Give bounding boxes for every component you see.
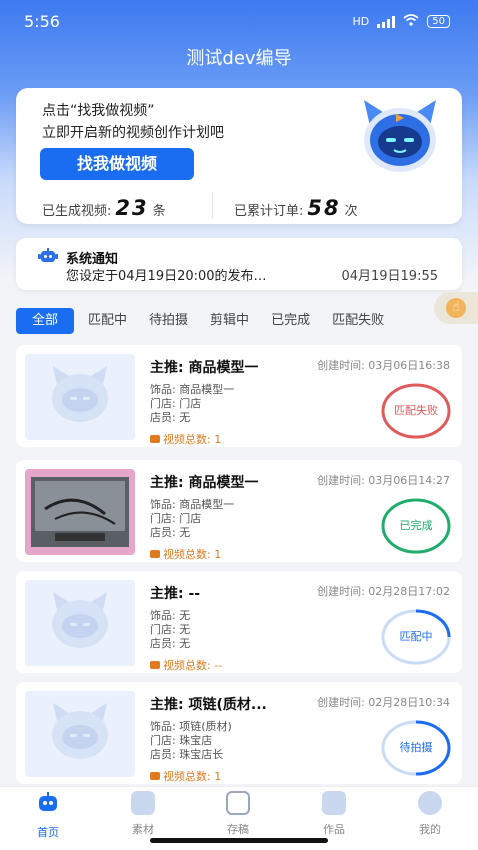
- card-staff: 店员: 无: [150, 411, 191, 424]
- system-notice[interactable]: 系统通知 您设定于04月19日20:00的发布… 04月19日19:55: [16, 238, 462, 290]
- tab-editing[interactable]: 剪辑中: [210, 308, 271, 334]
- placeholder-thumbnail: [25, 691, 135, 777]
- task-card[interactable]: 主推: 商品模型一 创建时间: 03月06日16:38 饰品: 商品模型一 门店: 门…: [16, 345, 462, 447]
- placeholder-thumbnail: [25, 354, 135, 440]
- card-video-count-text: 视频总数: 1: [163, 548, 222, 561]
- card-staff: 店员: 无: [150, 637, 191, 650]
- card-title: 主推: --: [150, 586, 201, 602]
- tab-all[interactable]: 全部: [16, 308, 75, 334]
- robot-icon: [38, 248, 58, 262]
- home-indicator: [150, 838, 328, 843]
- orders-unit: 次: [344, 204, 358, 219]
- notice-time: 04月19日19:55: [341, 269, 438, 284]
- hero-line-2: 立即开启新的视频创作计划吧: [42, 125, 224, 141]
- nav-material-label: 素材: [132, 823, 154, 836]
- generated-videos-stat: 已生成视频: 23 条: [42, 196, 166, 220]
- status-label: 匹配失败: [394, 404, 438, 417]
- status-label: 待拍摄: [399, 741, 433, 754]
- card-title: 主推: 商品模型一: [150, 360, 259, 376]
- network-label: HD: [352, 15, 370, 28]
- tab-to-shoot[interactable]: 待拍摄: [149, 308, 210, 334]
- tab-completed[interactable]: 已完成: [271, 308, 332, 334]
- orders-label: 已累计订单:: [234, 204, 304, 219]
- video-icon: [150, 435, 160, 443]
- card-created-time: 创建时间: 03月06日14:27: [317, 474, 450, 487]
- card-title: 主推: 项链(质材...: [150, 697, 267, 713]
- nav-drafts[interactable]: 存稿: [208, 791, 268, 837]
- card-staff: 店员: 无: [150, 526, 191, 539]
- nav-material[interactable]: 素材: [113, 791, 173, 837]
- orders-stat: 已累计订单: 58 次: [234, 196, 358, 220]
- placeholder-thumbnail: [25, 580, 135, 666]
- task-card[interactable]: 主推: 项链(质材... 创建时间: 02月28日10:34 饰品: 项链(质材) 门…: [16, 682, 462, 784]
- wifi-icon: [403, 14, 419, 29]
- profile-icon: [418, 791, 442, 815]
- card-staff: 店员: 珠宝店长: [150, 748, 224, 761]
- card-video-count: 视频总数: 1: [150, 431, 221, 447]
- orders-value: 58: [307, 196, 341, 220]
- stat-divider: [212, 192, 213, 218]
- status-label: 匹配中: [399, 630, 433, 643]
- card-created-time: 创建时间: 02月28日17:02: [317, 585, 450, 598]
- card-created-time: 创建时间: 02月28日10:34: [317, 696, 450, 709]
- video-icon: [150, 772, 160, 780]
- card-video-count-text: 视频总数: 1: [163, 433, 222, 446]
- home-robot-icon: [39, 792, 57, 811]
- generated-unit: 条: [152, 204, 166, 219]
- generated-value: 23: [115, 196, 149, 220]
- tab-matching[interactable]: 匹配中: [88, 308, 149, 334]
- video-icon: [150, 661, 160, 669]
- video-icon: [150, 550, 160, 558]
- nav-home-label: 首页: [37, 826, 59, 839]
- nav-profile-label: 我的: [419, 823, 441, 836]
- task-card[interactable]: 主推: 商品模型一 创建时间: 03月06日14:27 饰品: 商品模型一 门店: 门…: [16, 460, 462, 562]
- works-icon: [322, 791, 346, 815]
- nav-works-label: 作品: [323, 823, 345, 836]
- nav-profile[interactable]: 我的: [400, 791, 460, 837]
- card-video-count: 视频总数: 1: [150, 546, 221, 562]
- nav-drafts-label: 存稿: [227, 823, 249, 836]
- card-video-count-text: 视频总数: 1: [163, 770, 222, 783]
- card-created-time: 创建时间: 03月06日16:38: [317, 359, 450, 372]
- status-tabs: 全部 匹配中 待拍摄 剪辑中 已完成 匹配失败: [16, 308, 398, 334]
- page-title: 测试dev编导: [186, 48, 292, 69]
- material-icon: [131, 791, 155, 815]
- status-bar: 5:56 HD 50: [0, 0, 478, 44]
- card-video-count: 视频总数: --: [150, 657, 222, 673]
- generated-label: 已生成视频:: [42, 204, 112, 219]
- video-thumbnail: [25, 469, 135, 555]
- floating-assistant-button[interactable]: ☝: [434, 292, 478, 324]
- task-card[interactable]: 主推: -- 创建时间: 02月28日17:02 饰品: 无门店: 无店员: 无视频…: [16, 571, 462, 673]
- notice-text: 您设定于04月19日20:00的发布…: [66, 269, 267, 284]
- drafts-icon: [226, 791, 250, 815]
- card-video-count-text: 视频总数: --: [163, 659, 223, 672]
- card-title: 主推: 商品模型一: [150, 475, 259, 491]
- robot-cat-mascot-icon: [364, 100, 436, 172]
- hero-line-1: 点击“找我做视频”: [42, 103, 155, 119]
- status-time: 5:56: [24, 12, 60, 31]
- tab-match-failed[interactable]: 匹配失败: [332, 308, 398, 334]
- status-icons: HD 50: [353, 14, 450, 29]
- signal-icon: [377, 15, 396, 28]
- card-video-count: 视频总数: 1: [150, 768, 221, 784]
- find-me-video-button[interactable]: 找我做视频: [40, 148, 194, 180]
- assistant-icon: ☝: [446, 298, 466, 318]
- status-label: 已完成: [399, 519, 433, 532]
- nav-works[interactable]: 作品: [304, 791, 364, 837]
- nav-home[interactable]: 首页: [18, 791, 78, 840]
- hero-card: 点击“找我做视频” 立即开启新的视频创作计划吧 找我做视频 已生成视频: 23 …: [16, 88, 462, 224]
- battery-icon: 50: [427, 15, 450, 28]
